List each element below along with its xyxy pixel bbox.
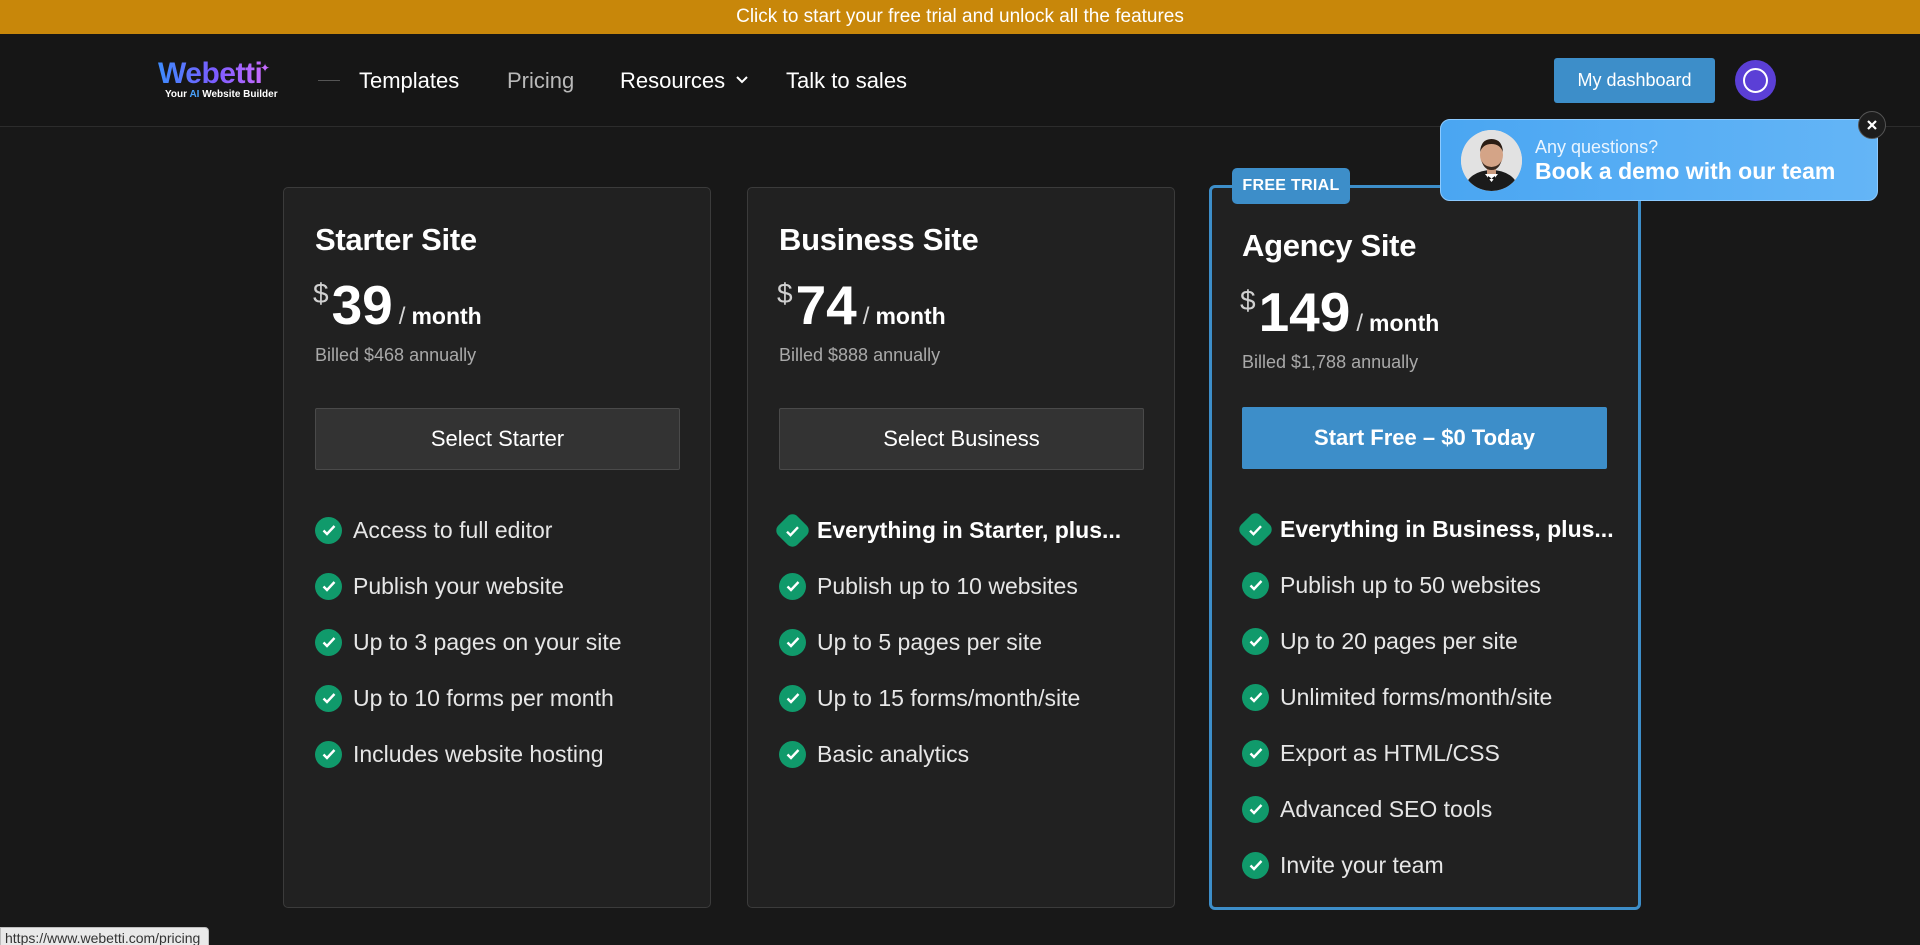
check-circle-icon	[779, 740, 806, 768]
billed-annually: Billed $888 annually	[779, 345, 941, 365]
feature-item: Up to 5 pages per site	[779, 614, 1121, 670]
price-currency: $	[313, 278, 329, 309]
feature-item: Publish up to 50 websites	[1242, 557, 1614, 613]
feature-item: Up to 20 pages per site	[1242, 613, 1614, 669]
price-currency: $	[777, 278, 793, 309]
user-avatar-button[interactable]	[1735, 60, 1776, 101]
check-badge-icon	[773, 510, 812, 550]
feature-item: Invite your team	[1242, 837, 1614, 893]
chevron-down-icon	[736, 76, 748, 84]
my-dashboard-button[interactable]: My dashboard	[1554, 58, 1715, 103]
free-trial-badge: FREE TRIAL	[1232, 168, 1350, 204]
demo-question: Any questions?	[1535, 137, 1659, 157]
nav-pricing[interactable]: Pricing	[507, 68, 574, 94]
close-icon[interactable]	[1858, 111, 1886, 139]
check-badge-icon	[1236, 509, 1275, 549]
nav-divider	[318, 80, 340, 81]
feature-item: Up to 10 forms per month	[315, 670, 622, 726]
feature-item: Publish up to 10 websites	[779, 558, 1121, 614]
circle-icon	[1743, 68, 1768, 93]
check-circle-icon	[779, 628, 806, 656]
logo[interactable]: Webetti ✦ Your AI Website Builder	[158, 58, 278, 106]
check-circle-icon	[315, 572, 342, 600]
start-free-trial-button[interactable]: Start Free – $0 Today	[1242, 407, 1607, 469]
check-circle-icon	[1242, 739, 1269, 767]
plan-card-starter: Starter Site $ 39 / month Billed $468 an…	[283, 187, 711, 908]
check-circle-icon	[315, 628, 342, 656]
feature-item: Unlimited forms/month/site	[1242, 669, 1614, 725]
price-period: month	[411, 303, 482, 329]
feature-list: Everything in Starter, plus... Publish u…	[773, 502, 1121, 782]
price: $ 149 / month	[1240, 283, 1439, 341]
feature-item: Advanced SEO tools	[1242, 781, 1614, 837]
billed-annually: Billed $468 annually	[315, 345, 477, 365]
plan-name: Business Site	[779, 222, 979, 257]
logo-tagline: Your AI Website Builder	[165, 89, 278, 100]
select-starter-button[interactable]: Select Starter	[315, 408, 680, 470]
check-circle-icon	[1242, 851, 1269, 879]
feature-item: Basic analytics	[779, 726, 1121, 782]
status-bar-url: https://www.webetti.com/pricing	[0, 927, 210, 945]
plan-card-business: Business Site $ 74 / month Billed $888 a…	[747, 187, 1175, 908]
check-circle-icon	[1242, 571, 1269, 599]
nav-talk-to-sales[interactable]: Talk to sales	[786, 68, 907, 94]
plan-card-agency: Agency Site $ 149 / month Billed $1,788 …	[1209, 185, 1641, 910]
demo-cta: Book a demo with our team	[1535, 158, 1836, 184]
feature-item: Includes website hosting	[315, 726, 622, 782]
feature-item-lead: Everything in Business, plus...	[1236, 501, 1614, 557]
price-period: month	[1369, 310, 1440, 336]
check-circle-icon	[315, 516, 342, 544]
feature-list: Access to full editor Publish your websi…	[315, 502, 622, 782]
promo-banner[interactable]: Click to start your free trial and unloc…	[0, 0, 1920, 34]
nav-resources-label: Resources	[620, 68, 726, 93]
feature-list: Everything in Business, plus... Publish …	[1236, 501, 1614, 893]
check-circle-icon	[315, 684, 342, 712]
nav-templates[interactable]: Templates	[359, 68, 459, 94]
top-navbar: Webetti ✦ Your AI Website Builder Templa…	[0, 34, 1920, 127]
price-period: month	[875, 303, 946, 329]
price-slash: /	[1356, 310, 1364, 337]
price: $ 74 / month	[777, 276, 946, 334]
feature-item: Access to full editor	[315, 502, 622, 558]
check-circle-icon	[1242, 683, 1269, 711]
feature-item: Publish your website	[315, 558, 622, 614]
feature-item: Export as HTML/CSS	[1242, 725, 1614, 781]
sparkle-icon: ✦	[260, 61, 270, 75]
feature-item-lead: Everything in Starter, plus...	[773, 502, 1121, 558]
select-business-button[interactable]: Select Business	[779, 408, 1144, 470]
price: $ 39 / month	[313, 276, 482, 334]
nav-resources[interactable]: Resources	[620, 68, 749, 94]
plan-name: Agency Site	[1242, 228, 1417, 263]
check-circle-icon	[1242, 627, 1269, 655]
billed-annually: Billed $1,788 annually	[1242, 352, 1419, 372]
plan-name: Starter Site	[315, 222, 477, 257]
feature-item: Up to 15 forms/month/site	[779, 670, 1121, 726]
promo-text: Click to start your free trial and unloc…	[736, 6, 1184, 27]
sales-rep-avatar	[1461, 130, 1522, 191]
check-circle-icon	[1242, 795, 1269, 823]
price-amount: 39	[331, 274, 393, 336]
feature-item: Up to 3 pages on your site	[315, 614, 622, 670]
check-circle-icon	[779, 572, 806, 600]
check-circle-icon	[315, 740, 342, 768]
book-demo-widget[interactable]: Any questions? Book a demo with our team	[1440, 119, 1878, 201]
price-amount: 149	[1258, 281, 1351, 343]
check-circle-icon	[779, 684, 806, 712]
price-slash: /	[862, 303, 870, 330]
logo-wordmark: Webetti ✦	[158, 58, 270, 90]
price-slash: /	[398, 303, 406, 330]
price-amount: 74	[795, 274, 857, 336]
price-currency: $	[1240, 285, 1256, 316]
